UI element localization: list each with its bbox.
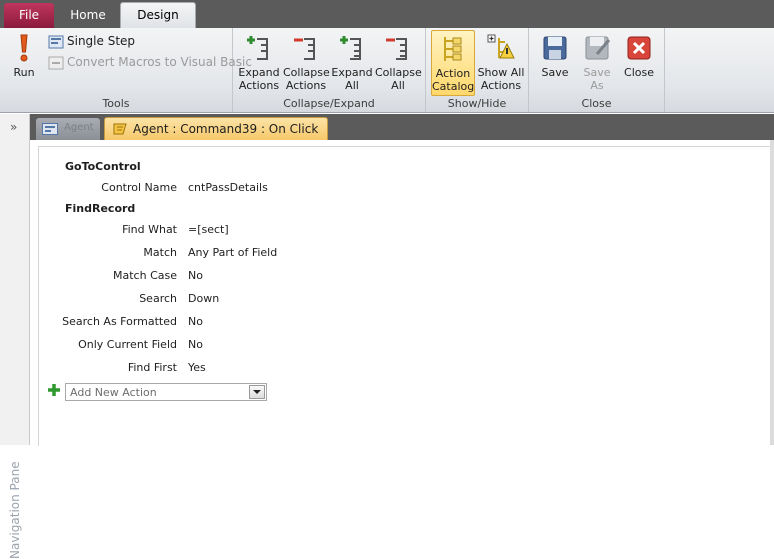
action-catalog-icon	[444, 37, 462, 61]
collapse-actions-button[interactable]: Collapse Actions	[283, 32, 330, 92]
collapse-actions-label-2: Actions	[285, 79, 327, 92]
close-label: Close	[624, 66, 654, 79]
collapse-actions-label-1: Collapse	[283, 66, 330, 79]
navigation-pane[interactable]: » Navigation Pane	[0, 114, 30, 559]
doc-tab-macro[interactable]: Agent : Command39 : On Click	[104, 117, 328, 140]
arg-label-search-as-formatted: Search As Formatted	[62, 315, 177, 328]
doc-tab-agent-label: Agent	[64, 122, 94, 133]
collapse-all-label-2: All	[391, 79, 405, 92]
expand-all-label-2: All	[345, 79, 359, 92]
group-tools: Run Single Step Convert Macros to Visual…	[0, 28, 252, 112]
group-label-close: Close	[581, 97, 612, 110]
single-step-button[interactable]: Single Step	[48, 32, 135, 50]
save-as-label-2: As	[590, 79, 604, 92]
chevron-down-icon	[253, 390, 261, 394]
show-all-actions-button[interactable]: Show All Actions	[477, 32, 525, 92]
expand-actions-icon	[247, 36, 268, 60]
run-label: Run	[13, 66, 35, 79]
arg-value-find-first[interactable]: Yes	[188, 361, 206, 374]
expand-all-label-1: Expand	[331, 66, 373, 79]
save-as-button[interactable]: Save As	[577, 32, 617, 92]
save-as-label-1: Save	[583, 66, 611, 79]
save-button[interactable]: Save	[535, 32, 575, 79]
document-tabs: Agent Agent : Command39 : On Click	[30, 114, 774, 140]
close-icon	[627, 36, 651, 60]
tab-file[interactable]: File	[4, 3, 54, 28]
expand-all-button[interactable]: Expand All	[331, 32, 373, 92]
macro-icon	[113, 123, 127, 135]
close-button[interactable]: Close	[619, 32, 659, 79]
arg-label-find-what: Find What	[122, 223, 177, 236]
action-catalog-label-2: Catalog	[432, 80, 475, 93]
arg-value-find-what[interactable]: =[sect]	[188, 223, 229, 236]
save-label: Save	[541, 66, 569, 79]
macro-designer: GoToControl Control Name cntPassDetails …	[30, 140, 774, 446]
arg-value-search-as-formatted[interactable]: No	[188, 315, 203, 328]
action-findrecord[interactable]: FindRecord	[65, 202, 135, 215]
expand-actions-label-1: Expand	[238, 66, 280, 79]
action-catalog-button[interactable]: Action Catalog	[431, 30, 475, 96]
collapse-all-icon	[386, 38, 407, 60]
arg-label-find-first: Find First	[127, 361, 177, 374]
group-label-tools: Tools	[102, 97, 130, 110]
group-label-collapse-expand: Collapse/Expand	[283, 97, 375, 110]
action-gotocontrol[interactable]: GoToControl	[65, 160, 141, 173]
collapse-actions-icon	[294, 38, 315, 60]
convert-macros-label: Convert Macros to Visual Basic	[67, 55, 252, 69]
collapse-all-button[interactable]: Collapse All	[375, 32, 422, 92]
convert-macros-icon	[48, 56, 64, 69]
expand-actions-button[interactable]: Expand Actions	[237, 32, 281, 92]
group-label-show-hide: Show/Hide	[447, 97, 507, 110]
arg-value-match[interactable]: Any Part of Field	[188, 246, 277, 259]
macro-editor-surface[interactable]: GoToControl Control Name cntPassDetails …	[38, 146, 774, 446]
scrollbar-edge	[770, 140, 774, 445]
single-step-label: Single Step	[67, 34, 136, 48]
arg-value-match-case[interactable]: No	[188, 269, 203, 282]
convert-macros-button[interactable]: Convert Macros to Visual Basic	[48, 53, 252, 71]
show-all-actions-label-2: Actions	[480, 79, 522, 92]
doc-tab-agent[interactable]: Agent	[36, 118, 100, 140]
run-button[interactable]: Run	[6, 32, 42, 79]
form-icon	[42, 123, 58, 135]
arg-value-control-name[interactable]: cntPassDetails	[188, 181, 268, 194]
ribbon: Run Single Step Convert Macros to Visual…	[0, 28, 774, 113]
arg-label-control-name: Control Name	[101, 181, 177, 194]
group-close: Save Save As Close Close	[529, 28, 665, 112]
add-new-action-combobox[interactable]: Add New Action	[65, 383, 267, 401]
arg-value-only-current-field[interactable]: No	[188, 338, 203, 351]
single-step-icon	[48, 35, 64, 48]
ribbon-tab-strip: File Home Design	[0, 0, 774, 29]
action-catalog-label-1: Action	[435, 67, 471, 80]
doc-tab-macro-label: Agent : Command39 : On Click	[133, 122, 319, 136]
arg-label-match-case: Match Case	[113, 269, 177, 282]
collapse-all-label-1: Collapse	[375, 66, 422, 79]
add-action-plus-icon[interactable]	[47, 383, 61, 397]
add-new-action-dropdown[interactable]	[249, 385, 265, 399]
nav-pane-label: Navigation Pane	[8, 461, 22, 559]
arg-label-search: Search	[139, 292, 177, 305]
expand-all-icon	[340, 36, 361, 60]
expand-actions-label-2: Actions	[238, 79, 280, 92]
tab-home[interactable]: Home	[58, 3, 118, 28]
nav-pane-toggle[interactable]: »	[10, 120, 17, 134]
arg-value-search[interactable]: Down	[188, 292, 219, 305]
arg-label-only-current-field: Only Current Field	[78, 338, 177, 351]
save-icon	[543, 36, 567, 60]
arg-label-match: Match	[143, 246, 177, 259]
exclamation-icon	[20, 34, 28, 62]
save-as-icon	[585, 36, 611, 60]
group-collapse-expand: Expand Actions Collapse Actions Expand A…	[233, 28, 426, 112]
group-show-hide: Action Catalog Show All Actions Show/Hid…	[426, 28, 529, 112]
show-all-actions-label-1: Show All	[477, 66, 525, 79]
show-all-actions-icon	[487, 34, 515, 59]
add-new-action-placeholder: Add New Action	[70, 386, 157, 399]
tab-design[interactable]: Design	[120, 2, 196, 29]
